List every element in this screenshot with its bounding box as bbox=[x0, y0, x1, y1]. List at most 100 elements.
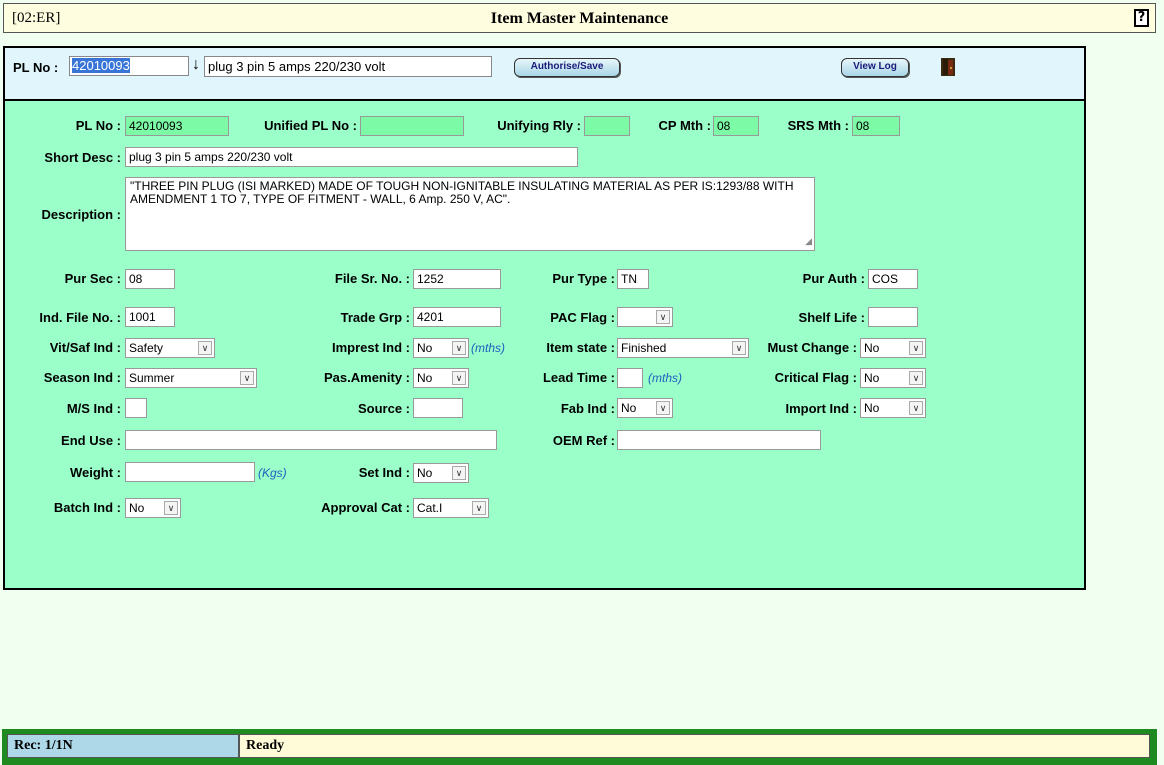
file-sr-no-field[interactable]: 1252 bbox=[413, 269, 501, 289]
exit-door-icon[interactable] bbox=[941, 57, 956, 77]
season-ind-value: Summer bbox=[129, 371, 175, 385]
pur-sec-field[interactable]: 08 bbox=[125, 269, 175, 289]
ind-file-no-field[interactable]: 1001 bbox=[125, 307, 175, 327]
ms-ind-field[interactable] bbox=[125, 398, 147, 418]
vit-saf-ind-select[interactable]: Safety ∨ bbox=[125, 338, 215, 358]
pur-auth-label: Pur Auth : bbox=[802, 271, 865, 286]
help-icon[interactable]: ? bbox=[1134, 9, 1149, 27]
pac-flag-label: PAC Flag : bbox=[550, 310, 615, 325]
pas-amenity-select[interactable]: No ∨ bbox=[413, 368, 469, 388]
source-label: Source : bbox=[357, 401, 410, 416]
toolbar-panel: PL No : 42010093 ↓ plug 3 pin 5 amps 220… bbox=[3, 46, 1086, 101]
import-ind-select[interactable]: No ∨ bbox=[860, 398, 926, 418]
imprest-ind-value: No bbox=[417, 341, 433, 355]
batch-ind-value: No bbox=[129, 501, 145, 515]
imprest-ind-select[interactable]: No ∨ bbox=[413, 338, 469, 358]
lead-time-unit: (mths) bbox=[648, 371, 682, 385]
chevron-down-icon: ∨ bbox=[452, 466, 466, 480]
description-text: "THREE PIN PLUG (ISI MARKED) MADE OF TOU… bbox=[130, 179, 794, 206]
resize-grip-icon[interactable]: ◢ bbox=[805, 235, 812, 248]
must-change-value: No bbox=[864, 341, 880, 355]
fab-ind-value: No bbox=[621, 401, 637, 415]
ind-file-no-label: Ind. File No. : bbox=[39, 310, 121, 325]
oem-ref-field[interactable] bbox=[617, 430, 821, 450]
shelf-life-field[interactable] bbox=[868, 307, 918, 327]
record-counter: Rec: 1/1N bbox=[7, 734, 239, 758]
approval-cat-value: Cat.I bbox=[417, 501, 443, 515]
chevron-down-icon: ∨ bbox=[164, 501, 178, 515]
chevron-down-icon: ∨ bbox=[732, 341, 746, 355]
description-label: Description : bbox=[41, 207, 121, 222]
fab-ind-select[interactable]: No ∨ bbox=[617, 398, 673, 418]
down-arrow-icon[interactable]: ↓ bbox=[192, 56, 200, 74]
approval-cat-select[interactable]: Cat.I ∨ bbox=[413, 498, 489, 518]
pas-amenity-value: No bbox=[417, 371, 433, 385]
end-use-label: End Use : bbox=[61, 433, 121, 448]
pac-flag-select[interactable]: ∨ bbox=[617, 307, 673, 327]
item-state-label: Item state : bbox=[546, 340, 615, 355]
pl-no-field-label: PL No : bbox=[75, 118, 121, 133]
must-change-label: Must Change : bbox=[767, 340, 857, 355]
batch-ind-label: Batch Ind : bbox=[53, 500, 121, 515]
description-textarea[interactable]: "THREE PIN PLUG (ISI MARKED) MADE OF TOU… bbox=[125, 177, 815, 251]
status-message: Ready bbox=[239, 734, 1150, 758]
set-ind-label: Set Ind : bbox=[358, 465, 410, 480]
lead-time-field[interactable] bbox=[617, 368, 643, 388]
cp-mth-label: CP Mth : bbox=[658, 118, 711, 133]
pas-amenity-label: Pas.Amenity : bbox=[324, 370, 410, 385]
short-desc-field[interactable]: plug 3 pin 5 amps 220/230 volt bbox=[125, 147, 578, 167]
critical-flag-value: No bbox=[864, 371, 880, 385]
approval-cat-label: Approval Cat : bbox=[321, 500, 410, 515]
pur-auth-field[interactable]: COS bbox=[868, 269, 918, 289]
set-ind-value: No bbox=[417, 466, 433, 480]
unifying-rly-label: Unifying Rly : bbox=[497, 118, 581, 133]
chevron-down-icon: ∨ bbox=[240, 371, 254, 385]
item-state-select[interactable]: Finished ∨ bbox=[617, 338, 749, 358]
view-log-button[interactable]: View Log bbox=[841, 58, 909, 77]
chevron-down-icon: ∨ bbox=[452, 371, 466, 385]
cp-mth-field[interactable]: 08 bbox=[713, 116, 759, 136]
chevron-down-icon: ∨ bbox=[452, 341, 466, 355]
set-ind-select[interactable]: No ∨ bbox=[413, 463, 469, 483]
title-bar: [02:ER] Item Master Maintenance ? bbox=[3, 3, 1156, 33]
short-desc-label: Short Desc : bbox=[44, 150, 121, 165]
shelf-life-label: Shelf Life : bbox=[798, 310, 865, 325]
vit-saf-ind-label: Vit/Saf Ind : bbox=[49, 340, 121, 355]
lead-time-label: Lead Time : bbox=[542, 370, 615, 385]
trade-grp-field[interactable]: 4201 bbox=[413, 307, 501, 327]
season-ind-label: Season Ind : bbox=[43, 370, 121, 385]
pur-type-field[interactable]: TN bbox=[617, 269, 649, 289]
oem-ref-label: OEM Ref : bbox=[552, 433, 615, 448]
end-use-field[interactable] bbox=[125, 430, 497, 450]
chevron-down-icon: ∨ bbox=[909, 371, 923, 385]
pl-no-selected-text: 42010093 bbox=[72, 58, 130, 73]
pl-no-field[interactable]: 42010093 bbox=[125, 116, 229, 136]
source-field[interactable] bbox=[413, 398, 463, 418]
pur-type-label: Pur Type : bbox=[552, 271, 615, 286]
item-form: PL No : 42010093 Unified PL No : Unifyin… bbox=[3, 99, 1086, 590]
status-bar: Rec: 1/1N Ready bbox=[2, 729, 1157, 765]
unified-pl-no-field[interactable] bbox=[360, 116, 464, 136]
item-state-value: Finished bbox=[621, 341, 667, 355]
critical-flag-select[interactable]: No ∨ bbox=[860, 368, 926, 388]
authorise-save-button[interactable]: Authorise/Save bbox=[514, 58, 620, 77]
unifying-rly-field[interactable] bbox=[584, 116, 630, 136]
chevron-down-icon: ∨ bbox=[198, 341, 212, 355]
pl-no-search-input[interactable]: 42010093 bbox=[69, 56, 189, 76]
short-desc-display[interactable]: plug 3 pin 5 amps 220/230 volt bbox=[204, 56, 492, 77]
unified-pl-no-label: Unified PL No : bbox=[264, 118, 357, 133]
must-change-select[interactable]: No ∨ bbox=[860, 338, 926, 358]
import-ind-label: Import Ind : bbox=[785, 401, 858, 416]
weight-field[interactable] bbox=[125, 462, 255, 482]
chevron-down-icon: ∨ bbox=[909, 341, 923, 355]
srs-mth-label: SRS Mth : bbox=[787, 118, 849, 133]
srs-mth-field[interactable]: 08 bbox=[852, 116, 900, 136]
imprest-unit: (mths) bbox=[471, 341, 505, 355]
chevron-down-icon: ∨ bbox=[472, 501, 486, 515]
pur-sec-label: Pur Sec : bbox=[64, 271, 121, 286]
pl-no-label: PL No : bbox=[13, 60, 59, 75]
chevron-down-icon: ∨ bbox=[656, 401, 670, 415]
batch-ind-select[interactable]: No ∨ bbox=[125, 498, 181, 518]
season-ind-select[interactable]: Summer ∨ bbox=[125, 368, 257, 388]
chevron-down-icon: ∨ bbox=[909, 401, 923, 415]
